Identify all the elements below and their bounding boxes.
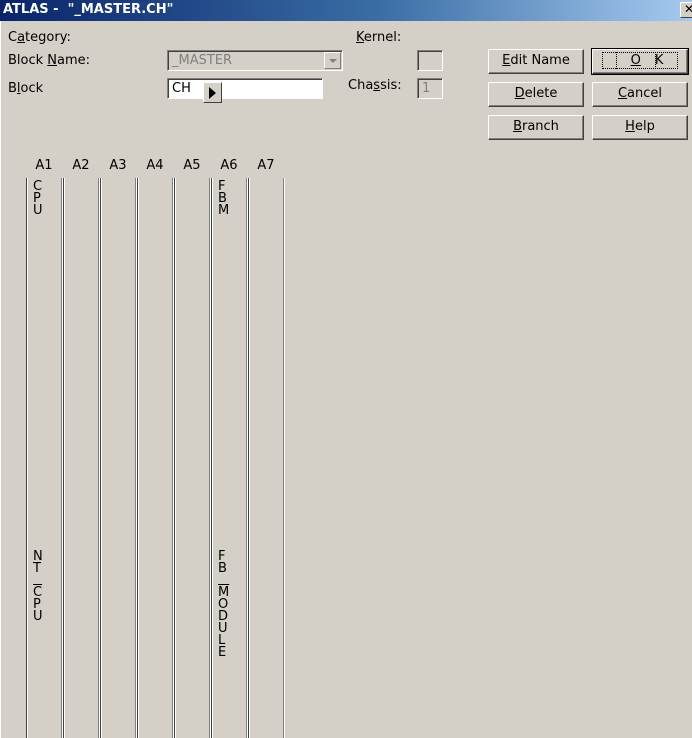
branch-button-label: Branch bbox=[513, 119, 559, 134]
kernel-field[interactable] bbox=[417, 50, 443, 71]
kernel-label: Kernel: bbox=[356, 30, 402, 45]
slot-column-a7[interactable] bbox=[248, 178, 285, 738]
delete-button-label: Delete bbox=[514, 86, 558, 101]
help-button[interactable]: Help bbox=[592, 115, 688, 140]
play-icon[interactable] bbox=[203, 82, 222, 103]
edit-name-button-label: Edit Name bbox=[502, 53, 570, 68]
category-combobox[interactable]: _MASTER bbox=[167, 50, 343, 71]
title-bar[interactable]: ATLAS - "_MASTER.CH" ✕ bbox=[0, 0, 692, 21]
slot-header: A1 bbox=[35, 158, 53, 173]
edit-name-button[interactable]: Edit Name bbox=[488, 49, 584, 74]
cancel-button-label: Cancel bbox=[617, 86, 663, 101]
window-title: ATLAS - "_MASTER.CH" bbox=[3, 2, 174, 17]
cancel-button[interactable]: Cancel bbox=[592, 82, 688, 107]
slot-header: A7 bbox=[257, 158, 275, 173]
slot-header: A3 bbox=[109, 158, 127, 173]
block-name-input[interactable]: CH bbox=[167, 78, 323, 99]
branch-button[interactable]: Branch bbox=[488, 115, 584, 140]
slot-column-a1[interactable]: CPU NTCPU bbox=[26, 178, 63, 738]
slot-top-label: CPU bbox=[33, 179, 43, 218]
slot-bottom-label: FBMODULE bbox=[218, 549, 230, 660]
chassis-value: 1 bbox=[422, 81, 431, 96]
slot-column-a2[interactable] bbox=[63, 178, 100, 738]
close-icon: ✕ bbox=[683, 2, 692, 16]
chassis-field[interactable]: 1 bbox=[417, 78, 443, 99]
slot-column-a6[interactable]: FBM FBMODULE bbox=[211, 178, 248, 738]
slot-top-label: FBM bbox=[218, 179, 230, 218]
slot-column-a5[interactable] bbox=[174, 178, 211, 738]
chevron-down-icon[interactable] bbox=[324, 52, 341, 69]
ok-button-label: OK bbox=[601, 52, 679, 69]
slot-column-a4[interactable] bbox=[137, 178, 174, 738]
slot-header: A2 bbox=[72, 158, 90, 173]
slot-column-a3[interactable] bbox=[100, 178, 137, 738]
close-button[interactable]: ✕ bbox=[680, 2, 692, 18]
block-name-label: Block Name: bbox=[8, 53, 91, 68]
slot-header: A5 bbox=[183, 158, 201, 173]
slot-header: A4 bbox=[146, 158, 164, 173]
category-label: Category: bbox=[8, 30, 71, 45]
help-button-label: Help bbox=[625, 119, 655, 134]
block-label: Block bbox=[8, 81, 44, 96]
slot-header: A6 bbox=[220, 158, 238, 173]
slot-bottom-label: NTCPU bbox=[33, 549, 43, 624]
category-value: _MASTER bbox=[172, 53, 233, 68]
chassis-label: Chassis: bbox=[348, 78, 402, 93]
delete-button[interactable]: Delete bbox=[488, 82, 584, 107]
ok-button[interactable]: OK bbox=[591, 48, 689, 75]
block-name-value: CH bbox=[172, 81, 191, 96]
